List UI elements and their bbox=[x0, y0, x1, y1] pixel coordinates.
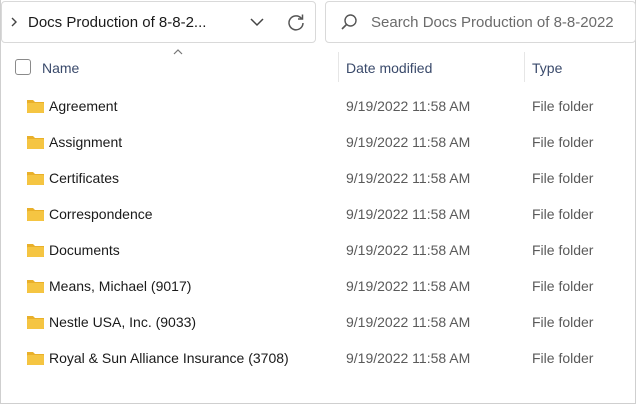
table-row[interactable]: Correspondence 9/19/2022 11:58 AM File f… bbox=[1, 197, 637, 233]
row-date-modified: 9/19/2022 11:58 AM bbox=[346, 278, 471, 294]
row-name[interactable]: Correspondence bbox=[49, 206, 153, 222]
row-type: File folder bbox=[532, 134, 594, 150]
file-explorer-window: Docs Production of 8-8-2... Search Docs … bbox=[0, 0, 636, 404]
folder-icon bbox=[27, 136, 44, 149]
row-name[interactable]: Certificates bbox=[49, 170, 119, 186]
table-row[interactable]: Means, Michael (9017) 9/19/2022 11:58 AM… bbox=[1, 269, 637, 305]
address-bar[interactable]: Docs Production of 8-8-2... bbox=[1, 1, 316, 43]
table-row[interactable]: Royal & Sun Alliance Insurance (3708) 9/… bbox=[1, 341, 637, 377]
table-row[interactable]: Agreement 9/19/2022 11:58 AM File folder bbox=[1, 89, 637, 125]
row-name[interactable]: Nestle USA, Inc. (9033) bbox=[49, 314, 196, 330]
row-type: File folder bbox=[532, 206, 594, 222]
row-date-modified: 9/19/2022 11:58 AM bbox=[346, 314, 471, 330]
sort-ascending-caret-icon bbox=[173, 49, 183, 55]
refresh-icon[interactable] bbox=[285, 11, 307, 33]
row-type: File folder bbox=[532, 350, 594, 366]
table-row[interactable]: Certificates 9/19/2022 11:58 AM File fol… bbox=[1, 161, 637, 197]
table-row[interactable]: Assignment 9/19/2022 11:58 AM File folde… bbox=[1, 125, 637, 161]
row-date-modified: 9/19/2022 11:58 AM bbox=[346, 242, 471, 258]
column-divider[interactable] bbox=[338, 52, 339, 82]
row-type: File folder bbox=[532, 98, 594, 114]
row-date-modified: 9/19/2022 11:58 AM bbox=[346, 350, 471, 366]
column-header-name[interactable]: Name bbox=[42, 60, 79, 76]
row-type: File folder bbox=[532, 170, 594, 186]
row-name[interactable]: Documents bbox=[49, 242, 120, 258]
folder-icon bbox=[27, 172, 44, 185]
chevron-right-icon[interactable] bbox=[9, 14, 19, 30]
row-name[interactable]: Royal & Sun Alliance Insurance (3708) bbox=[49, 350, 289, 366]
column-header-date-modified[interactable]: Date modified bbox=[346, 60, 432, 76]
folder-icon bbox=[27, 316, 44, 329]
chevron-down-icon[interactable] bbox=[248, 14, 266, 30]
folder-icon bbox=[27, 280, 44, 293]
row-date-modified: 9/19/2022 11:58 AM bbox=[346, 98, 471, 114]
folder-icon bbox=[27, 352, 44, 365]
row-name[interactable]: Assignment bbox=[49, 134, 122, 150]
folder-icon bbox=[27, 100, 44, 113]
row-name[interactable]: Agreement bbox=[49, 98, 117, 114]
folder-icon bbox=[27, 208, 44, 221]
row-date-modified: 9/19/2022 11:58 AM bbox=[346, 170, 471, 186]
row-date-modified: 9/19/2022 11:58 AM bbox=[346, 206, 471, 222]
search-icon bbox=[341, 14, 357, 30]
table-row[interactable]: Documents 9/19/2022 11:58 AM File folder bbox=[1, 233, 637, 269]
row-date-modified: 9/19/2022 11:58 AM bbox=[346, 134, 471, 150]
select-all-checkbox[interactable] bbox=[15, 59, 31, 75]
row-type: File folder bbox=[532, 314, 594, 330]
column-header-type[interactable]: Type bbox=[532, 60, 562, 76]
row-type: File folder bbox=[532, 242, 594, 258]
folder-icon bbox=[27, 244, 44, 257]
row-type: File folder bbox=[532, 278, 594, 294]
table-row[interactable]: Nestle USA, Inc. (9033) 9/19/2022 11:58 … bbox=[1, 305, 637, 341]
row-name[interactable]: Means, Michael (9017) bbox=[49, 278, 191, 294]
address-path[interactable]: Docs Production of 8-8-2... bbox=[28, 14, 206, 31]
search-box[interactable]: Search Docs Production of 8-8-2022 bbox=[325, 1, 636, 43]
column-divider[interactable] bbox=[524, 52, 525, 82]
search-placeholder[interactable]: Search Docs Production of 8-8-2022 bbox=[371, 14, 614, 31]
